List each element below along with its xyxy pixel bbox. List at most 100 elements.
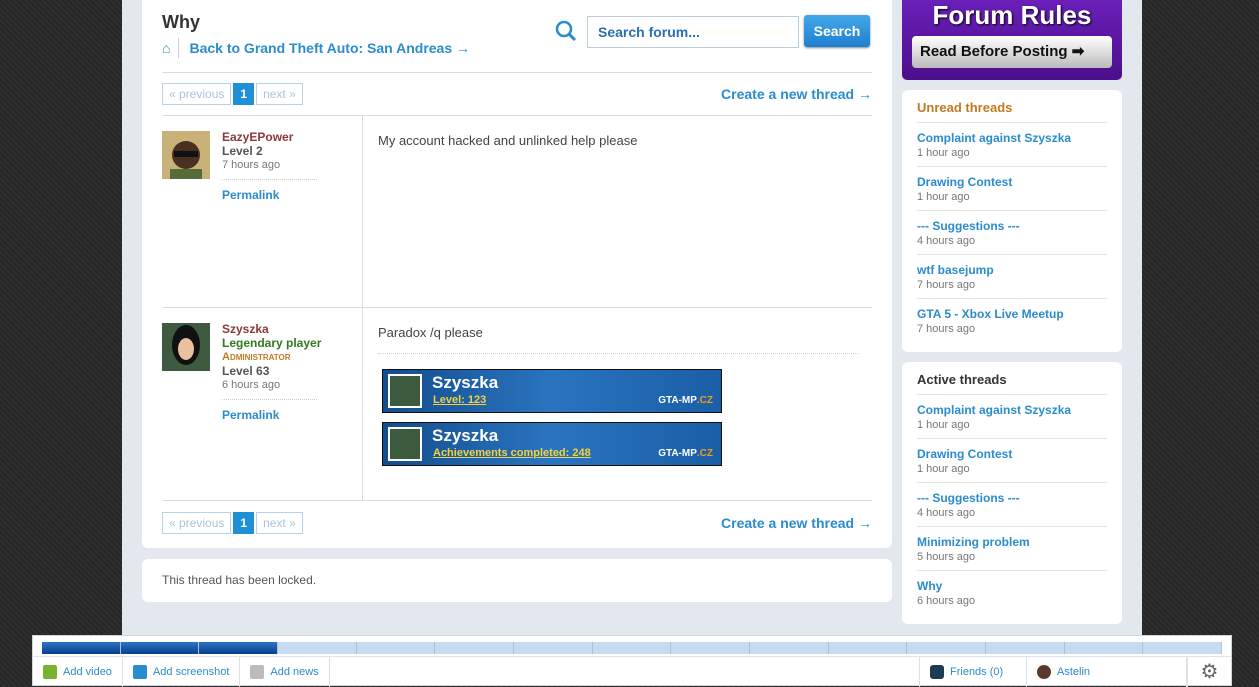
page-1[interactable]: 1 xyxy=(233,512,255,534)
progress-bar xyxy=(42,642,1223,654)
thread-list-item: --- Suggestions --- 4 hours ago xyxy=(917,483,1107,527)
thread-time: 1 hour ago xyxy=(917,191,970,203)
thread-link[interactable]: Complaint against Szyszka xyxy=(917,131,1107,145)
progress-segment xyxy=(1065,642,1144,654)
thread-time: 6 hours ago xyxy=(917,595,976,607)
author-level: Level 2 xyxy=(222,144,263,158)
next-button[interactable]: next » xyxy=(256,83,303,105)
signature-divider xyxy=(378,353,858,354)
signature-avatar xyxy=(388,374,422,408)
forum-rules-banner[interactable]: Forum Rules Read Before Posting ➡ xyxy=(902,0,1122,80)
thread-time: 1 hour ago xyxy=(917,147,970,159)
read-before-posting-button[interactable]: Read Before Posting ➡ xyxy=(912,36,1112,68)
post: EazyEPower Level 2 7 hours ago Permalink… xyxy=(162,116,872,308)
progress-segment xyxy=(357,642,436,654)
progress-segment xyxy=(750,642,829,654)
post-time: 7 hours ago xyxy=(222,159,281,171)
user-avatar xyxy=(1037,664,1051,679)
home-icon[interactable]: ⌂ xyxy=(162,38,180,58)
signature-banner[interactable]: Szyszka Level: 123 GTA-MP.CZ xyxy=(382,369,722,413)
author-rank: Legendary player xyxy=(222,336,322,350)
thread-link[interactable]: wtf basejump xyxy=(917,263,1107,277)
author-role: Administrator xyxy=(222,351,291,363)
news-icon xyxy=(250,664,265,679)
thread-link[interactable]: GTA 5 - Xbox Live Meetup xyxy=(917,307,1107,321)
thread-list-item: GTA 5 - Xbox Live Meetup 7 hours ago xyxy=(917,299,1107,342)
add-news-button[interactable]: Add news xyxy=(240,656,330,687)
signature-banner[interactable]: Szyszka Achievements completed: 248 GTA-… xyxy=(382,422,722,466)
thread-panel: Why ⌂ Back to Grand Theft Auto: San Andr… xyxy=(142,0,892,548)
locked-notice: This thread has been locked. xyxy=(142,559,892,602)
page-title: Why xyxy=(162,12,200,32)
thread-time: 1 hour ago xyxy=(917,419,970,431)
thread-list-item: Why 6 hours ago xyxy=(917,571,1107,614)
friends-button[interactable]: Friends (0) xyxy=(919,656,1027,687)
gear-icon[interactable]: ⚙ xyxy=(1187,656,1231,687)
screenshot-icon xyxy=(132,664,147,679)
progress-segment xyxy=(1143,642,1223,654)
add-screenshot-button[interactable]: Add screenshot xyxy=(123,656,241,687)
post-body: My account hacked and unlinked help plea… xyxy=(378,133,638,148)
create-thread-link[interactable]: Create a new thread → xyxy=(721,515,872,531)
post: Szyszka Legendary player Administrator L… xyxy=(162,308,872,501)
progress-segment xyxy=(278,642,357,654)
thread-list-item: Complaint against Szyszka 1 hour ago xyxy=(917,123,1107,167)
progress-segment xyxy=(42,642,121,654)
breadcrumb: ⌂ Back to Grand Theft Auto: San Andreas … xyxy=(162,38,470,58)
search-input[interactable] xyxy=(587,16,799,48)
thread-list-item: --- Suggestions --- 4 hours ago xyxy=(917,211,1107,255)
avatar[interactable] xyxy=(162,323,210,371)
pagination-bottom: « previous 1 next » xyxy=(162,512,303,534)
thread-time: 4 hours ago xyxy=(917,507,976,519)
thread-link[interactable]: --- Suggestions --- xyxy=(917,219,1107,233)
avatar[interactable] xyxy=(162,131,210,179)
add-video-button[interactable]: Add video xyxy=(33,656,123,687)
friends-icon xyxy=(930,664,944,679)
previous-button[interactable]: « previous xyxy=(162,83,232,105)
video-icon xyxy=(43,664,57,679)
thread-link[interactable]: Complaint against Szyszka xyxy=(917,403,1107,417)
back-link[interactable]: Back to Grand Theft Auto: San Andreas → xyxy=(189,40,470,56)
post-author-column: EazyEPower Level 2 7 hours ago Permalink xyxy=(162,116,363,307)
search-button[interactable]: Search xyxy=(804,15,870,47)
page-1[interactable]: 1 xyxy=(233,83,255,105)
thread-link[interactable]: Minimizing problem xyxy=(917,535,1107,549)
progress-segment xyxy=(199,642,279,654)
thread-link[interactable]: Drawing Contest xyxy=(917,175,1107,189)
next-button[interactable]: next » xyxy=(256,512,303,534)
search-icon xyxy=(555,20,577,42)
thread-time: 7 hours ago xyxy=(917,279,976,291)
permalink[interactable]: Permalink xyxy=(222,188,279,202)
progress-segment xyxy=(435,642,515,654)
progress-segment xyxy=(986,642,1065,654)
unread-threads-box: Unread threads Complaint against Szyszka… xyxy=(902,90,1122,352)
gta-mp-logo: GTA-MP.CZ xyxy=(658,395,713,406)
progress-segment xyxy=(514,642,593,654)
create-thread-link[interactable]: Create a new thread → xyxy=(721,86,872,102)
post-author-column: Szyszka Legendary player Administrator L… xyxy=(162,308,363,500)
divider xyxy=(162,72,872,73)
thread-list-item: wtf basejump 7 hours ago xyxy=(917,255,1107,299)
progress-segment xyxy=(829,642,908,654)
bottom-toolbar: Add video Add screenshot Add news Friend… xyxy=(32,635,1232,687)
previous-button[interactable]: « previous xyxy=(162,512,232,534)
signature-avatar xyxy=(388,427,422,461)
author-name[interactable]: Szyszka xyxy=(222,322,321,336)
thread-time: 1 hour ago xyxy=(917,463,970,475)
pagination-top: « previous 1 next » xyxy=(162,83,303,105)
thread-time: 4 hours ago xyxy=(917,235,976,247)
thread-link[interactable]: Drawing Contest xyxy=(917,447,1107,461)
post-time: 6 hours ago xyxy=(222,379,281,391)
progress-segment xyxy=(593,642,672,654)
progress-segment xyxy=(907,642,987,654)
thread-link[interactable]: --- Suggestions --- xyxy=(917,491,1107,505)
post-body: Paradox /q please xyxy=(378,325,483,340)
user-menu[interactable]: Astelin xyxy=(1027,656,1187,687)
thread-list-item: Drawing Contest 1 hour ago xyxy=(917,167,1107,211)
thread-list-item: Minimizing problem 5 hours ago xyxy=(917,527,1107,571)
author-name[interactable]: EazyEPower xyxy=(222,130,317,144)
thread-link[interactable]: Why xyxy=(917,579,1107,593)
active-threads-box: Active threads Complaint against Szyszka… xyxy=(902,362,1122,624)
permalink[interactable]: Permalink xyxy=(222,408,279,422)
gta-mp-logo: GTA-MP.CZ xyxy=(658,448,713,459)
